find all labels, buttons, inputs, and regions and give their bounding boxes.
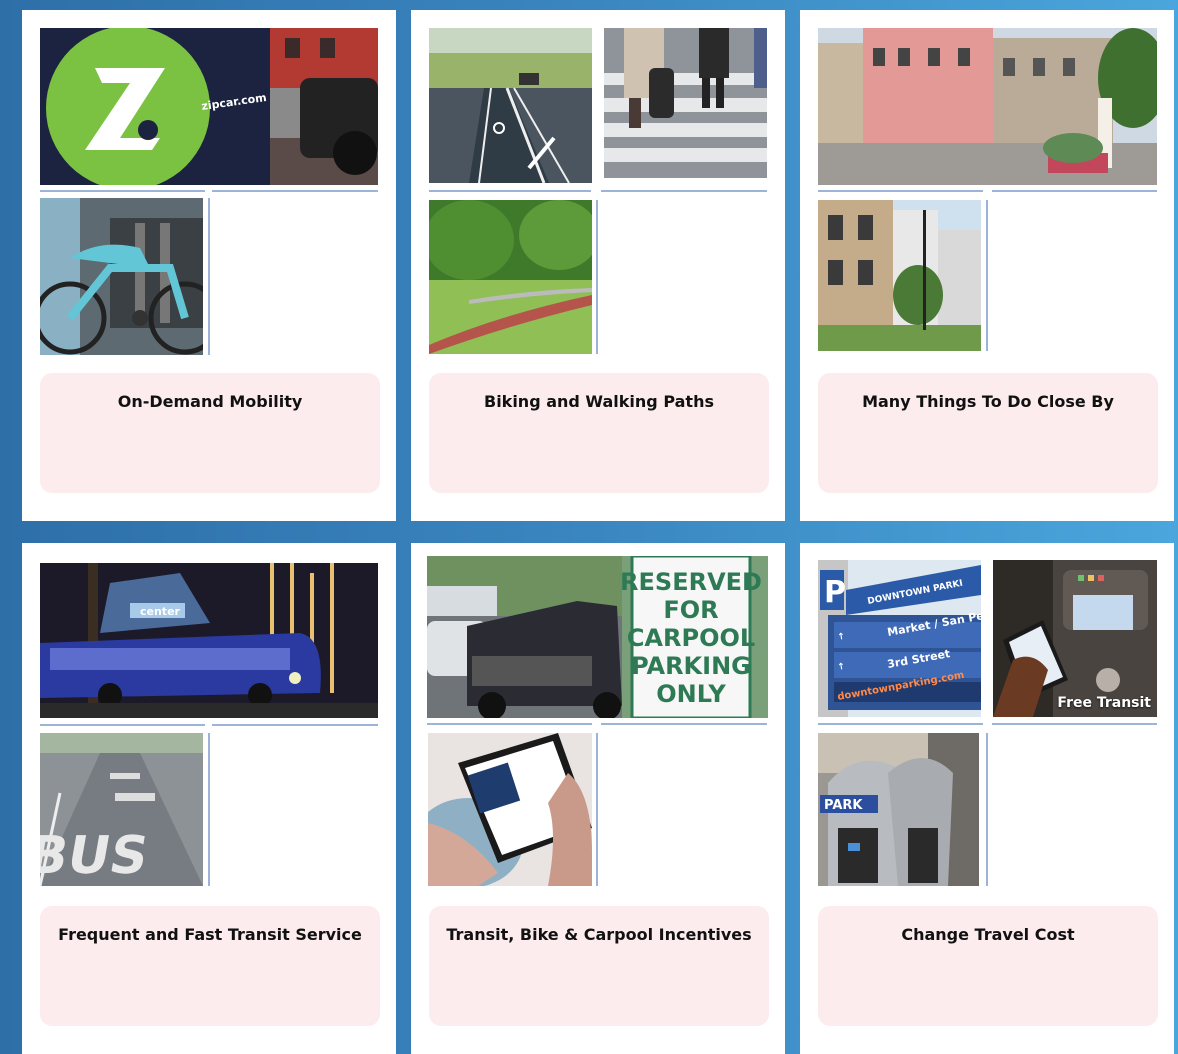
bus-lane-marking-photo: BUS [40,733,203,886]
card-label-box: Change Travel Cost [818,906,1158,1026]
card-label-box: Transit, Bike & Carpool Incentives [429,906,769,1026]
bus-at-night-photo: center [40,563,378,718]
divider [429,190,591,192]
sign-line-4: PARKING [631,652,751,680]
divider [596,733,598,886]
sign-line-3: CARPOOL [627,624,755,652]
sign-line-5: ONLY [656,680,726,708]
carpool-parking-photo: RESERVED FOR CARPOOL PARKING ONLY [427,556,768,718]
card-title: Change Travel Cost [901,925,1075,944]
card-label-box: Biking and Walking Paths [429,373,769,493]
card-incentives[interactable]: RESERVED FOR CARPOOL PARKING ONLY Transi… [411,543,785,1054]
divider [986,733,988,886]
divider [208,198,210,355]
card-label-box: Many Things To Do Close By [818,373,1158,493]
center-sign-text: center [140,605,181,618]
card-title: Transit, Bike & Carpool Incentives [446,925,752,944]
card-travel-cost[interactable]: P DOWNTOWN PARKI ↑ Market / San Ped ↑ 3r… [800,543,1174,1054]
parking-sign-photo: P DOWNTOWN PARKI ↑ Market / San Ped ↑ 3r… [818,560,981,717]
card-label-box: Frequent and Fast Transit Service [40,906,380,1026]
divider [427,723,592,725]
free-transit-photo: Free Transit [993,560,1157,717]
divider [40,190,205,192]
divider [992,723,1157,725]
downtown-street-photo [818,28,1157,185]
free-transit-text: Free Transit [1057,695,1151,711]
bus-lane-text: BUS [40,825,153,886]
card-things-close-by[interactable]: Many Things To Do Close By [800,10,1174,521]
divider [818,190,983,192]
card-label-box: On-Demand Mobility [40,373,380,493]
card-title: On-Demand Mobility [117,392,303,411]
sign-line-2: FOR [663,596,718,624]
park-path-photo [429,200,592,354]
mixed-use-building-photo [818,200,981,351]
divider [992,190,1157,192]
card-title: Many Things To Do Close By [862,392,1114,411]
divider [208,733,210,886]
card-title: Frequent and Fast Transit Service [58,925,362,944]
bikeshare-bike-photo [40,198,203,355]
crosswalk-photo [604,28,767,178]
divider [601,190,767,192]
card-biking-walking-paths[interactable]: Biking and Walking Paths [411,10,785,521]
bike-lane-photo [429,28,592,183]
divider [818,723,983,725]
divider [212,724,378,726]
divider [40,724,205,726]
divider [596,200,598,354]
zipcar-car-photo: zipcar.com [40,28,378,185]
divider [212,190,378,192]
svg-text:P: P [824,575,846,610]
card-transit-service[interactable]: center BUS Frequent and Fast Transit Ser… [22,543,396,1054]
meter-brand-text: PARK [824,798,863,813]
sign-line-1: RESERVED [620,568,762,596]
divider [986,200,988,351]
card-title: Biking and Walking Paths [484,392,714,411]
transit-card-phone-photo [428,733,592,886]
divider [601,723,767,725]
parking-meter-photo: PARK [818,733,979,886]
card-on-demand-mobility[interactable]: zipcar.com On-Demand Mobility [22,10,396,521]
